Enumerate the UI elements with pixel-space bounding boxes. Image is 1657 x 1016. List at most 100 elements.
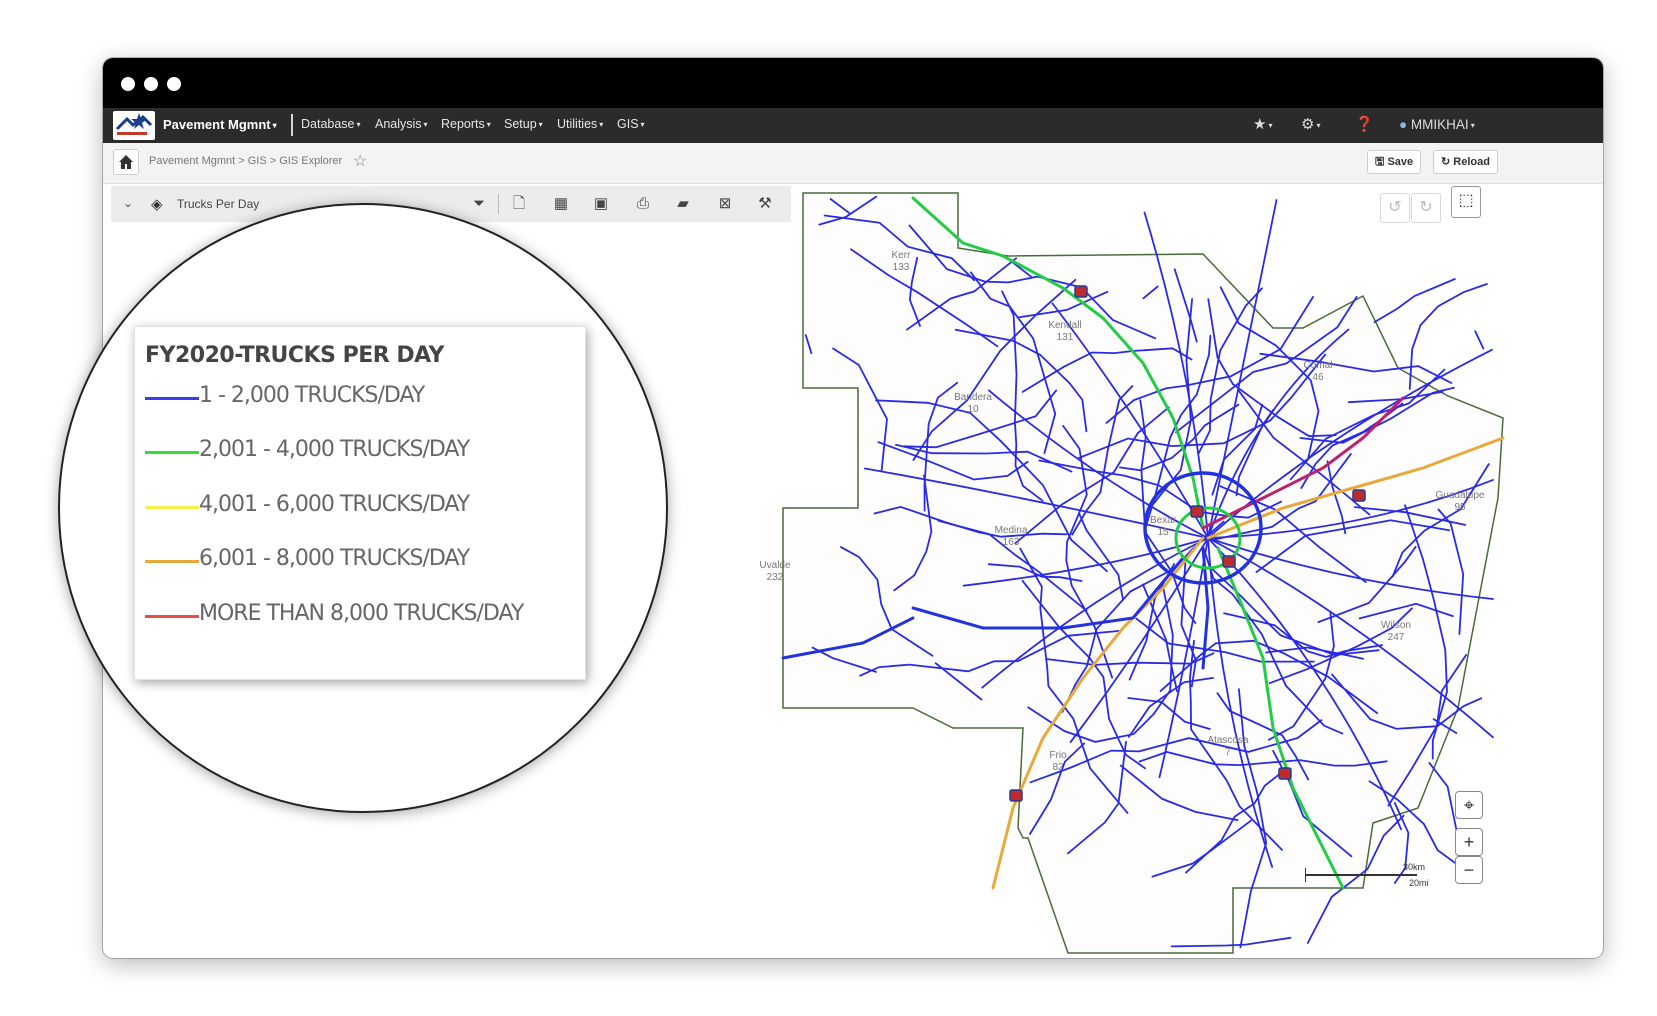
legend-label: 2,001 - 4,000 TRUCKS/DAY bbox=[199, 437, 470, 462]
interstate-shield-icon bbox=[1074, 285, 1088, 298]
save-button[interactable]: 🖫 Save bbox=[1367, 150, 1422, 174]
filter-icon[interactable]: ⏷ bbox=[469, 194, 489, 214]
county-code-label: 131 bbox=[1057, 332, 1074, 343]
county-code-label: 10 bbox=[967, 404, 979, 415]
menu-label: Reports bbox=[441, 117, 485, 131]
county-name-label: Bexar bbox=[1150, 515, 1177, 526]
save-layer-icon[interactable]: ▣ bbox=[591, 194, 611, 214]
locate-button[interactable]: ⌖ bbox=[1455, 791, 1483, 819]
user-name: MMIKHAI bbox=[1410, 117, 1469, 132]
brand-label: Pavement Mgmnt bbox=[163, 117, 271, 132]
window-dot-3[interactable] bbox=[167, 77, 181, 91]
zoom-out-button[interactable]: − bbox=[1455, 856, 1483, 884]
nav-divider bbox=[291, 114, 293, 136]
minus-icon: − bbox=[1463, 860, 1475, 880]
menu-utilities[interactable]: Utilities ▾ bbox=[557, 117, 603, 131]
new-document-icon[interactable]: 🗋 bbox=[509, 194, 529, 214]
layers-icon: ◈ bbox=[151, 196, 163, 213]
road-segment bbox=[1474, 330, 1485, 350]
menu-analysis[interactable]: Analysis ▾ bbox=[375, 117, 428, 131]
chevron-down-icon: ▾ bbox=[486, 120, 491, 130]
chevron-down-icon: ▾ bbox=[640, 120, 645, 130]
breadcrumb-bar: Pavement Mgmnt > GIS > GIS Explorer ☆ 🖫 … bbox=[103, 143, 1603, 184]
interstate-shield-icon bbox=[1278, 767, 1292, 780]
save-label: Save bbox=[1387, 156, 1414, 168]
county-code-label: 163 bbox=[1003, 537, 1020, 548]
county-name-label: Guadalupe bbox=[1436, 490, 1485, 501]
county-name-label: Comal bbox=[1304, 360, 1333, 371]
collapse-chevron-icon[interactable]: ⌄ bbox=[123, 196, 133, 210]
county-name-label: Medina bbox=[995, 525, 1028, 536]
brand-menu[interactable]: Pavement Mgmnt ▾ bbox=[163, 117, 277, 132]
redo-icon: ↻ bbox=[1419, 199, 1433, 216]
home-button[interactable] bbox=[113, 149, 139, 175]
gear-icon: ⚙ bbox=[1301, 116, 1315, 133]
county-name-label: Kendall bbox=[1048, 320, 1081, 331]
window-dot-2[interactable] bbox=[144, 77, 158, 91]
county-code-label: 247 bbox=[1388, 632, 1405, 643]
print-icon[interactable]: ⎙ bbox=[633, 194, 653, 214]
county-name-label: Atascosa bbox=[1207, 735, 1249, 746]
chevron-down-icon: ▾ bbox=[1316, 120, 1321, 130]
interstate-shield-icon bbox=[1222, 555, 1236, 568]
county-name-label: Uvalde bbox=[759, 560, 791, 571]
legend-swatch bbox=[145, 397, 199, 400]
chevron-down-icon: ▾ bbox=[423, 120, 428, 130]
star-icon: ★ bbox=[1253, 116, 1267, 133]
redo-button[interactable]: ↻ bbox=[1411, 193, 1441, 223]
interstate-shield-icon bbox=[1190, 505, 1204, 518]
chevron-down-icon: ▾ bbox=[272, 121, 277, 131]
chevron-down-icon: ▾ bbox=[356, 120, 361, 130]
home-icon bbox=[119, 155, 133, 169]
county-name-label: Kerr bbox=[892, 250, 912, 261]
chevron-down-icon: ▾ bbox=[599, 120, 604, 130]
window-dot-1[interactable] bbox=[121, 77, 135, 91]
zoom-in-button[interactable]: + bbox=[1455, 828, 1483, 856]
layer-name: Trucks Per Day bbox=[177, 197, 260, 211]
legend-label: 1 - 2,000 TRUCKS/DAY bbox=[199, 383, 425, 408]
county-name-label: Frio bbox=[1049, 750, 1067, 761]
favorites-menu[interactable]: ★ ▾ bbox=[1253, 115, 1272, 133]
menu-database[interactable]: Database ▾ bbox=[301, 117, 361, 131]
county-code-label: 7 bbox=[1225, 747, 1231, 758]
menu-gis[interactable]: GIS ▾ bbox=[617, 117, 645, 131]
scale-mi-label: 20mi bbox=[1409, 878, 1429, 888]
toolbar-divider bbox=[498, 194, 499, 214]
scale-km-label: 30km bbox=[1403, 862, 1426, 872]
road-segment bbox=[1373, 278, 1456, 323]
county-code-label: 46 bbox=[1312, 372, 1324, 383]
reload-button[interactable]: ↻ Reload bbox=[1433, 150, 1498, 174]
scale-line bbox=[1305, 874, 1417, 876]
menu-label: Utilities bbox=[557, 117, 598, 131]
agency-logo[interactable] bbox=[113, 111, 155, 140]
county-name-label: Wilson bbox=[1381, 620, 1411, 631]
legend-swatch bbox=[145, 615, 199, 618]
legend-swatch bbox=[145, 506, 199, 509]
scale-tick bbox=[1305, 868, 1306, 882]
menu-reports[interactable]: Reports ▾ bbox=[441, 117, 491, 131]
map-icon[interactable]: ▦ bbox=[551, 194, 571, 214]
county-name-label: Bandera bbox=[954, 392, 992, 403]
interstate-shield-icon bbox=[1009, 789, 1023, 802]
menu-label: Database bbox=[301, 117, 355, 131]
county-code-label: 15 bbox=[1157, 527, 1169, 538]
select-tool-button[interactable]: ⬚ bbox=[1451, 186, 1481, 218]
menu-label: Setup bbox=[504, 117, 537, 131]
favorite-star-icon[interactable]: ☆ bbox=[353, 151, 367, 171]
legend-label: MORE THAN 8,000 TRUCKS/DAY bbox=[199, 601, 524, 626]
menu-label: GIS bbox=[617, 117, 639, 131]
cursor-icon: ⬚ bbox=[1458, 192, 1474, 209]
undo-button[interactable]: ↺ bbox=[1380, 193, 1410, 223]
interstate-shield-icon bbox=[1352, 489, 1366, 502]
help-button[interactable]: ❓ bbox=[1355, 115, 1374, 133]
menu-setup[interactable]: Setup ▾ bbox=[504, 117, 543, 131]
window-titlebar bbox=[103, 58, 1603, 108]
user-icon: ● bbox=[1399, 117, 1408, 132]
county-code-label: 232 bbox=[767, 572, 784, 583]
reload-icon: ↻ bbox=[1441, 156, 1451, 168]
legend-label: 4,001 - 6,000 TRUCKS/DAY bbox=[199, 492, 470, 517]
settings-menu[interactable]: ⚙ ▾ bbox=[1301, 115, 1320, 133]
user-menu[interactable]: ● MMIKHAI ▾ bbox=[1399, 117, 1475, 132]
reload-label: Reload bbox=[1453, 156, 1490, 168]
legend-swatch bbox=[145, 451, 199, 454]
